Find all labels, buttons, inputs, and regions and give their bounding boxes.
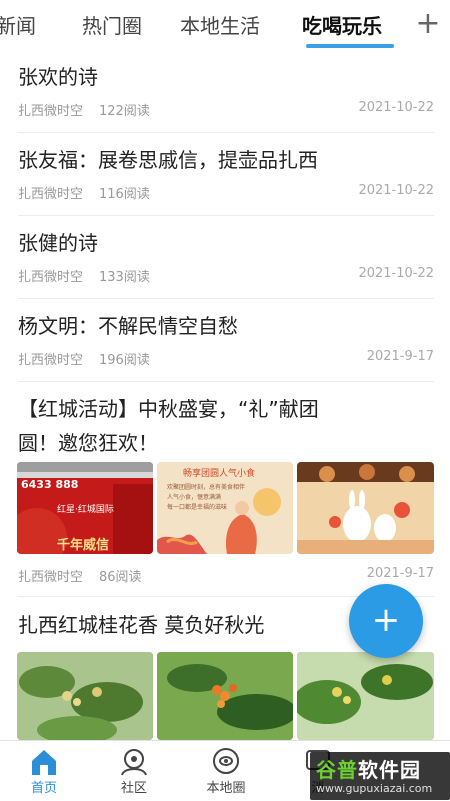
article-reads: 116阅读 <box>99 187 150 202</box>
article-thumbnail[interactable]: 6433 888 红星·红城国际 千年威信 <box>17 462 153 554</box>
article-title: 张健的诗 <box>18 231 98 255</box>
nav-label: 本地圈 <box>206 781 246 796</box>
nav-label: 首页 <box>30 781 57 796</box>
nav-label: 社区 <box>120 781 147 796</box>
divider <box>18 215 434 216</box>
article-source: 扎西微时空 <box>18 270 84 285</box>
article-thumbnail[interactable] <box>297 652 434 740</box>
ad-phone: 6433 888 <box>21 478 79 491</box>
top-tab-bar: 新闻 热门圈 本地生活 吃喝玩乐 + <box>0 0 450 52</box>
article-item[interactable]: 张欢的诗 扎西微时空 122阅读 2021-10-22 <box>18 60 434 120</box>
nav-local-circle[interactable]: 本地圈 <box>186 741 266 801</box>
local-circle-icon <box>213 748 239 774</box>
article-meta: 扎西微时空 133阅读 <box>18 266 150 285</box>
add-tab-icon[interactable]: + <box>414 6 442 42</box>
article-thumbnail[interactable] <box>17 652 153 740</box>
article-thumbnail[interactable] <box>297 462 434 554</box>
rabbit-lantern-graphic <box>297 462 434 554</box>
nav-home[interactable]: 首页 <box>4 741 84 801</box>
article-reads: 122阅读 <box>99 104 150 119</box>
divider <box>18 132 434 133</box>
article-meta: 扎西微时空 196阅读 <box>18 349 150 368</box>
poster-body: 每一口都是幸福的滋味 <box>167 504 228 511</box>
article-title-line: 圆！邀您狂欢！ <box>18 431 158 455</box>
article-meta: 扎西微时空 116阅读 <box>18 183 150 202</box>
article-title: 杨文明：不解民情空自愁 <box>18 314 238 338</box>
article-reads: 133阅读 <box>99 270 150 285</box>
article-source: 扎西微时空 <box>18 353 84 368</box>
article-item[interactable]: 张健的诗 扎西微时空 133阅读 2021-10-22 <box>18 226 434 286</box>
article-reads: 86阅读 <box>99 570 142 585</box>
tab-local-life[interactable]: 本地生活 <box>180 10 260 39</box>
community-icon <box>121 749 147 776</box>
watermark-title-b: 软件园 <box>358 758 421 782</box>
article-date: 2021-10-22 <box>358 183 434 198</box>
osmanthus-photo <box>17 652 153 740</box>
article-thumbnail[interactable]: 畅享团圆人气小食 欢聚团圆时刻，总有美食相伴 人气小食，惬意满满 每一口都是幸福… <box>157 462 293 554</box>
tab-news[interactable]: 新闻 <box>0 10 36 39</box>
nav-community[interactable]: 社区 <box>94 741 174 801</box>
tab-hot-circle[interactable]: 热门圈 <box>82 10 142 39</box>
watermark: 谷普软件园 www.gupuxiazai.com <box>310 752 450 800</box>
article-item[interactable]: 杨文明：不解民情空自愁 扎西微时空 196阅读 2021-9-17 <box>18 309 434 369</box>
article-title: 【红城活动】中秋盛宴，“礼”献团 圆！邀您狂欢！ <box>18 392 434 460</box>
article-date: 2021-10-22 <box>358 266 434 281</box>
article-meta: 扎西微时空 86阅读 <box>18 566 142 585</box>
ad-brand: 红星·红城国际 <box>57 505 114 515</box>
watermark-title: 谷普软件园 <box>316 754 421 783</box>
article-source: 扎西微时空 <box>18 570 84 585</box>
article-item[interactable]: 张友福：展卷思戚信，提壶品扎西 扎西微时空 116阅读 2021-10-22 <box>18 143 434 203</box>
tab-food-fun[interactable]: 吃喝玩乐 <box>302 10 382 39</box>
article-thumbnail[interactable] <box>157 652 293 740</box>
active-tab-indicator <box>306 44 394 48</box>
create-post-button[interactable]: + <box>349 584 423 658</box>
watermark-url: www.gupuxiazai.com <box>316 782 433 795</box>
poster-body: 欢聚团圆时刻，总有美食相伴 <box>167 484 246 491</box>
osmanthus-photo <box>297 652 434 740</box>
article-date: 2021-10-22 <box>358 100 434 115</box>
divider <box>18 298 434 299</box>
article-title: 张欢的诗 <box>18 65 98 89</box>
article-source: 扎西微时空 <box>18 187 84 202</box>
article-reads: 196阅读 <box>99 353 150 368</box>
ad-slogan: 千年威信 <box>57 538 110 553</box>
watermark-title-a: 谷普 <box>316 758 358 782</box>
divider <box>18 381 434 382</box>
article-date: 2021-9-17 <box>366 566 434 581</box>
osmanthus-photo <box>157 652 293 740</box>
home-icon <box>32 750 56 775</box>
poster-body: 人气小食，惬意满满 <box>167 494 222 501</box>
article-title-line: 【红城活动】中秋盛宴，“礼”献团 <box>18 397 319 421</box>
poster-heading: 畅享团圆人气小食 <box>183 469 256 479</box>
article-meta: 扎西微时空 122阅读 <box>18 100 150 119</box>
article-date: 2021-9-17 <box>366 349 434 364</box>
article-source: 扎西微时空 <box>18 104 84 119</box>
article-title: 张友福：展卷思戚信，提壶品扎西 <box>18 148 318 172</box>
